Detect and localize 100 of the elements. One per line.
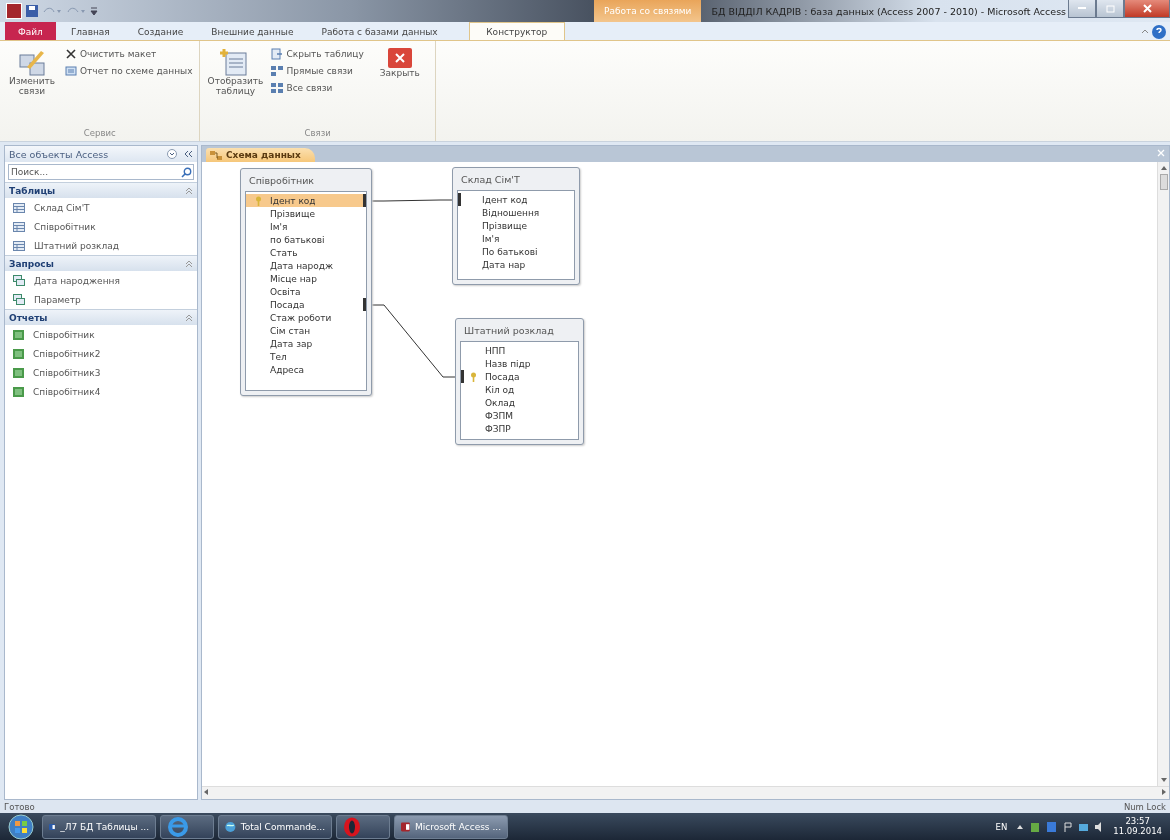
field-row[interactable]: Відношення	[458, 206, 574, 219]
ribbon-tab[interactable]: Работа с базами данных	[308, 22, 451, 40]
field-row[interactable]: Дата народж	[246, 259, 366, 272]
nav-item[interactable]: Склад Сім'Т	[5, 198, 197, 217]
save-icon[interactable]	[26, 5, 38, 17]
scrollbar[interactable]	[202, 786, 1169, 799]
field-row[interactable]: Ім'я	[458, 232, 574, 245]
field-name: Дата нар	[482, 259, 526, 270]
field-name: Стать	[270, 247, 298, 258]
nav-item[interactable]: Співробітник4	[5, 382, 197, 401]
scrollbar[interactable]	[1157, 162, 1169, 786]
key-icon	[469, 371, 477, 382]
ribbon-tab[interactable]: Главная	[57, 22, 123, 40]
section-header[interactable]: Таблицы	[5, 182, 197, 198]
field-row[interactable]: по батькові	[246, 233, 366, 246]
taskbar-button[interactable]	[160, 814, 214, 839]
report-icon	[13, 367, 24, 378]
field-row[interactable]: ФЗПМ	[461, 409, 578, 422]
group-label: Связи	[303, 128, 332, 140]
field-name: Ідент код	[482, 194, 528, 205]
field-row[interactable]: Назв підр	[461, 357, 578, 370]
close-button[interactable]	[1124, 0, 1170, 18]
app-icon[interactable]	[6, 3, 22, 19]
field-row[interactable]: Тел	[246, 350, 366, 363]
field-row[interactable]: Сім стан	[246, 324, 366, 337]
field-name: Ім'я	[270, 221, 288, 232]
key-icon	[254, 195, 262, 206]
ribbon-button[interactable]: Очистить макет	[64, 47, 194, 61]
taskbar-button[interactable]: _Л7 БД Таблицы ...	[42, 814, 156, 839]
field-row[interactable]: Дата зар	[246, 337, 366, 350]
nav-item[interactable]: Співробітник3	[5, 363, 197, 382]
field-row[interactable]: Дата нар	[458, 258, 574, 271]
collapse-icon[interactable]	[185, 186, 193, 195]
ribbon-button[interactable]: Изменить связи	[6, 45, 58, 99]
field-row[interactable]: Місце нар	[246, 272, 366, 285]
field-row[interactable]: Посада	[246, 298, 366, 311]
help-icon[interactable]	[1152, 25, 1166, 39]
collapse-icon[interactable]	[185, 313, 193, 322]
scroll-down-icon[interactable]	[1159, 776, 1168, 784]
collapse-pane-icon[interactable]	[183, 149, 193, 159]
table-title: Співробітник	[249, 174, 315, 186]
all-relationships-icon	[271, 82, 284, 94]
language-indicator[interactable]: EN	[995, 821, 1008, 832]
nav-item[interactable]: Дата народження	[5, 271, 197, 290]
field-row[interactable]: Прізвище	[458, 219, 574, 232]
restore-button[interactable]	[1096, 0, 1124, 18]
field-row[interactable]: Ім'я	[246, 220, 366, 233]
taskbar-button[interactable]: Microsoft Access ...	[394, 814, 508, 839]
table-window[interactable]: Співробітник Ідент код Прізвище Ім'я по батькові Стать Дата народж Місце нар Освіта Посада Стаж роботи Сім стан Дата зар Тел Адреса	[240, 168, 372, 396]
field-row[interactable]: Ідент код	[458, 193, 574, 206]
field-row[interactable]: Освіта	[246, 285, 366, 298]
table-window[interactable]: Штатний розклад НПП Назв підр Посада Кіл од Оклад ФЗПМ ФЗПР	[455, 318, 584, 445]
dropdown-icon[interactable]	[167, 149, 177, 159]
ribbon-tab[interactable]: Файл	[5, 22, 56, 40]
field-name: Місце нар	[270, 273, 317, 284]
field-row[interactable]: ФЗПР	[461, 422, 578, 435]
section-header[interactable]: Запросы	[5, 255, 197, 271]
ribbon-button[interactable]: Закрыть	[370, 45, 429, 81]
ribbon-button[interactable]: Прямые связи	[270, 64, 365, 78]
field-row[interactable]: Кіл од	[461, 383, 578, 396]
ribbon-button[interactable]: Все связи	[270, 81, 365, 95]
field-name: Відношення	[482, 207, 540, 218]
field-name: Посада	[270, 299, 305, 310]
field-row[interactable]: Посада	[461, 370, 578, 383]
section-header[interactable]: Отчеты	[5, 309, 197, 325]
ribbon-button[interactable]: Отобразить таблицу	[206, 45, 265, 99]
ribbon-tab[interactable]: Внешние данные	[198, 22, 307, 40]
customize-icon[interactable]	[90, 6, 98, 16]
ribbon-button[interactable]: Скрыть таблицу	[270, 47, 365, 61]
document-tab[interactable]: Схема данных	[206, 148, 315, 162]
taskbar-button[interactable]: Total Commande...	[218, 814, 332, 839]
field-name: НПП	[485, 345, 506, 356]
nav-item[interactable]: Співробітник	[5, 325, 197, 344]
field-row[interactable]: Адреса	[246, 363, 366, 376]
field-row[interactable]: Оклад	[461, 396, 578, 409]
status-text: Готово	[4, 801, 35, 812]
field-row[interactable]: Прізвище	[246, 207, 366, 220]
scroll-thumb[interactable]	[1159, 174, 1168, 190]
taskbar-button[interactable]	[336, 814, 390, 839]
window-title: БД ВІДДІЛ КАДРІВ : база данных (Access 2007 - 2010) - Microsoft Access	[710, 4, 1068, 19]
ribbon-tab[interactable]: Создание	[124, 22, 197, 40]
nav-item[interactable]: Співробітник2	[5, 344, 197, 363]
report-icon	[13, 329, 24, 340]
nav-item[interactable]: Співробітник	[5, 217, 197, 236]
nav-item[interactable]: Параметр	[5, 290, 197, 309]
table-window[interactable]: Склад Сім'Т Ідент код Відношення Прізвище Ім'я По батькові Дата нар	[452, 167, 580, 285]
field-row[interactable]: Стаж роботи	[246, 311, 366, 324]
field-row[interactable]: Стать	[246, 246, 366, 259]
field-row[interactable]: НПП	[461, 344, 578, 357]
ribbon-button[interactable]: Отчет по схеме данных	[64, 64, 194, 78]
minimize-button[interactable]	[1068, 0, 1096, 18]
field-row[interactable]: По батькові	[458, 245, 574, 258]
ribbon-tab[interactable]: Конструктор	[468, 22, 565, 40]
field-row[interactable]: Ідент код	[246, 194, 366, 207]
collapse-icon[interactable]	[185, 259, 193, 268]
field-name: По батькові	[482, 246, 538, 257]
nav-item[interactable]: Штатний розклад	[5, 236, 197, 255]
field-name: Посада	[485, 371, 520, 382]
direct-relationships-icon	[271, 65, 284, 77]
scroll-up-icon[interactable]	[1159, 164, 1168, 172]
